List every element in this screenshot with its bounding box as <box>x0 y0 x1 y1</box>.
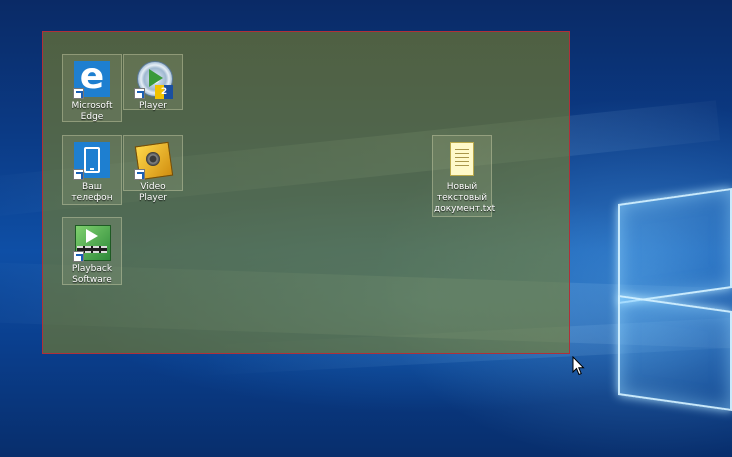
desktop-icon-text-document[interactable]: Новый текстовый документ.txt <box>432 135 496 217</box>
mouse-cursor-icon <box>572 356 585 376</box>
player-badge: 2 <box>155 85 173 99</box>
desktop-icon-label: Новый текстовый документ.txt <box>434 182 496 214</box>
shortcut-arrow-icon <box>73 251 84 262</box>
windows-logo-pane <box>618 187 732 305</box>
desktop-icon-label: Player <box>138 101 167 111</box>
desktop-icon-phone[interactable]: Ваш телефон <box>62 135 122 205</box>
edge-icon: e <box>72 57 112 99</box>
desktop-icon-label: Playback Software <box>71 264 113 285</box>
shortcut-arrow-icon <box>134 88 145 99</box>
video-player-icon <box>133 140 174 181</box>
phone-icon <box>72 140 112 180</box>
windows-logo-pane <box>618 294 732 412</box>
desktop-background[interactable]: e Microsoft Edge 2 Player Ваш телефон Vi… <box>0 0 732 457</box>
desktop-icon-player[interactable]: 2 Player <box>123 54 183 111</box>
shortcut-arrow-icon <box>73 88 84 99</box>
desktop-icon-microsoft-edge[interactable]: e Microsoft Edge <box>62 54 122 122</box>
media-player-icon: 2 <box>133 59 173 99</box>
desktop-icon-label: Microsoft Edge <box>71 101 113 122</box>
text-document-icon <box>442 140 482 180</box>
desktop-icon-playback-software[interactable]: Playback Software <box>62 217 122 285</box>
windows-logo <box>612 178 732 412</box>
desktop-icon-video-player[interactable]: Video Player <box>123 135 183 203</box>
desktop-icon-label: Ваш телефон <box>71 182 113 203</box>
desktop-icon-label: Video Player <box>138 182 167 203</box>
playback-software-icon <box>72 222 112 262</box>
shortcut-arrow-icon <box>73 169 84 180</box>
shortcut-arrow-icon <box>134 169 145 180</box>
